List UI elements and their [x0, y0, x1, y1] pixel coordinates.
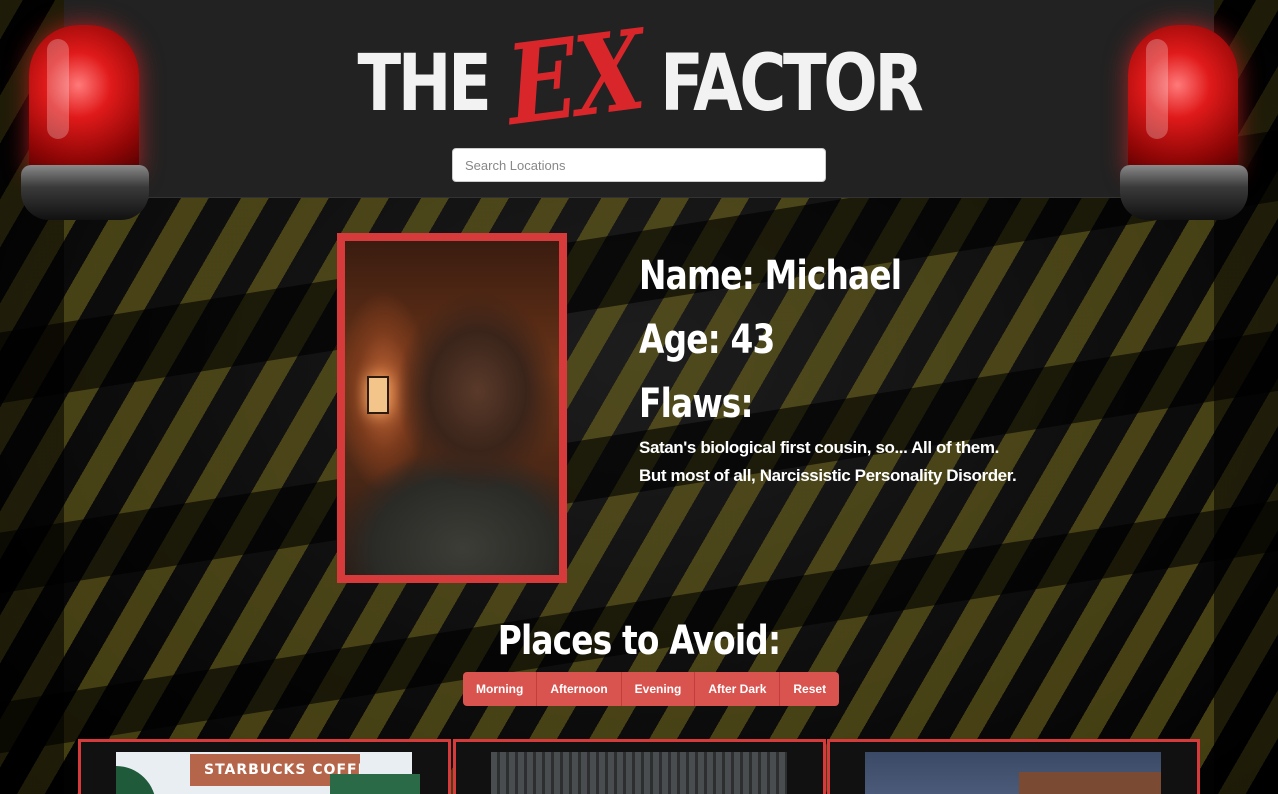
awning — [330, 774, 420, 794]
filter-afternoon-button[interactable]: Afternoon — [537, 672, 622, 706]
place-image: STARBUCKS COFFEE — [116, 752, 420, 794]
place-image — [865, 752, 1161, 794]
filter-after-dark-button[interactable]: After Dark — [695, 672, 781, 706]
flaws-heading: Flaws: — [639, 381, 754, 427]
profile-photo — [345, 241, 559, 575]
filter-reset-button[interactable]: Reset — [780, 672, 840, 706]
siren-dome — [1128, 25, 1238, 175]
place-image — [491, 752, 787, 794]
logo-word-ex: EX — [501, 4, 648, 151]
filter-evening-button[interactable]: Evening — [621, 672, 696, 706]
logo-word-factor: FACTOR — [660, 39, 924, 129]
logo-word-the: THE — [357, 39, 492, 129]
site-logo[interactable]: THE EX FACTOR — [168, 4, 1111, 151]
filter-morning-button[interactable]: Morning — [463, 672, 538, 706]
siren-light-icon — [1120, 25, 1248, 222]
profile-name: Name: Michael — [639, 253, 902, 299]
flaws-text-line: But most of all, Narcissistic Personalit… — [639, 466, 1017, 485]
profile-photo-frame — [337, 233, 567, 583]
time-filter-group: Morning Afternoon Evening After Dark Res… — [463, 672, 840, 706]
awning — [116, 766, 156, 794]
profile-age: Age: 43 — [639, 317, 775, 363]
siren-dome — [29, 25, 139, 175]
flaws-text-line: Satan's biological first cousin, so... A… — [639, 438, 999, 457]
siren-light-icon — [21, 25, 149, 222]
search-locations-input[interactable] — [452, 148, 826, 182]
place-card[interactable] — [453, 739, 826, 794]
siren-base — [1120, 165, 1248, 220]
profile-info: Name: Michael Age: 43 Flaws: Satan's bio… — [639, 252, 1159, 490]
place-card[interactable] — [827, 739, 1200, 794]
places-to-avoid-title: Places to Avoid: — [497, 618, 781, 664]
brick-building — [1019, 772, 1161, 794]
page: THEEXFACTOR Name: Michael Age: 43 Flaws:… — [0, 0, 1278, 794]
place-card[interactable]: STARBUCKS COFFEE — [78, 739, 451, 794]
wall-lamp — [367, 376, 389, 414]
siren-base — [21, 165, 149, 220]
